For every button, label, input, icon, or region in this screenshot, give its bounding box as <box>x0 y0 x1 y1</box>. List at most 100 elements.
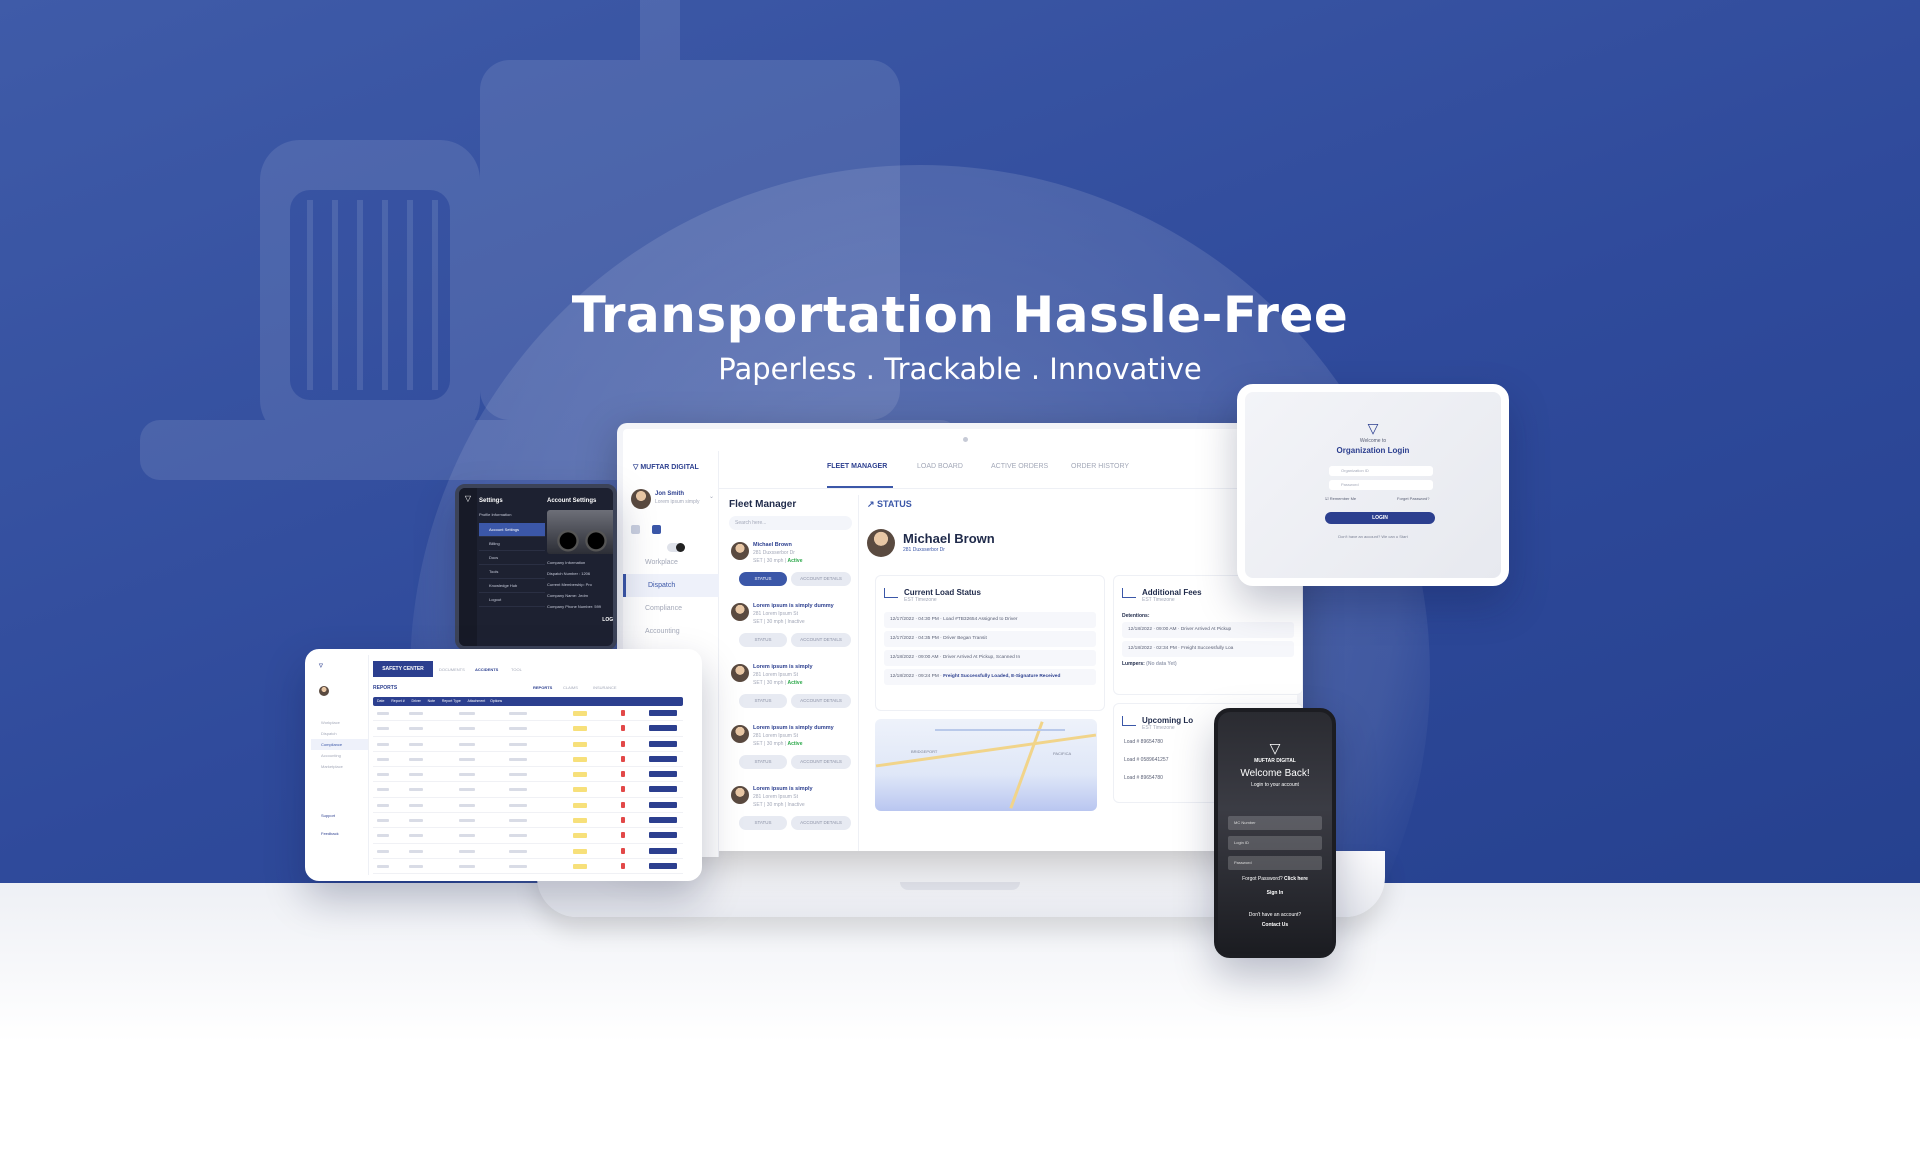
tab-fleet-manager[interactable]: FLEET MANAGER <box>827 463 887 470</box>
pdf-icon[interactable] <box>621 862 625 869</box>
table-row[interactable] <box>373 737 683 752</box>
table-row[interactable] <box>373 767 683 783</box>
pdf-icon[interactable] <box>621 817 625 824</box>
driver-card[interactable]: Lorem ipsum is simply 281 Lorem Ipsum St… <box>729 784 852 845</box>
organization-id-field[interactable]: Organization ID <box>1329 466 1433 476</box>
tab-accidents[interactable]: ACCIDENTS <box>475 667 498 672</box>
click-here-link[interactable]: Click here <box>1284 876 1308 882</box>
options-button[interactable] <box>649 755 677 762</box>
table-cell <box>409 727 423 731</box>
nav-item-accounting[interactable]: Accounting <box>623 620 719 643</box>
pdf-icon[interactable] <box>621 725 625 732</box>
subtab-reports[interactable]: REPORTS <box>533 685 552 690</box>
account-details-button[interactable]: ACCOUNT DETAILS <box>791 694 851 708</box>
options-button[interactable] <box>649 832 677 839</box>
account-details-button[interactable]: ACCOUNT DETAILS <box>791 572 851 586</box>
chat-icon[interactable] <box>652 525 662 535</box>
pdf-icon[interactable] <box>621 786 625 793</box>
status-heading: ↗ STATUS <box>867 499 912 509</box>
subtab-insurance[interactable]: INSURANCE <box>593 685 617 690</box>
options-button[interactable] <box>649 771 677 778</box>
login-button[interactable]: LOGIN <box>1325 512 1435 524</box>
pdf-icon[interactable] <box>621 755 625 762</box>
search-input[interactable]: Search here... <box>729 516 852 530</box>
options-button[interactable] <box>649 710 677 716</box>
user-profile[interactable]: Jon Smith Lorem ipsum simply ⌄ <box>631 487 714 511</box>
table-row[interactable] <box>373 782 683 798</box>
status-button[interactable]: STATUS <box>739 572 787 586</box>
table-row[interactable] <box>373 721 683 737</box>
status-button[interactable]: STATUS <box>739 633 787 647</box>
nav-item-compliance[interactable]: Compliance <box>623 597 719 620</box>
nav-item-dispatch[interactable]: Dispatch <box>623 574 719 597</box>
nav-item-compliance[interactable]: Compliance <box>311 739 368 750</box>
menu-item-knowledge-hub[interactable]: Knowledge Hub <box>479 579 545 593</box>
options-button[interactable] <box>649 786 677 793</box>
route-map[interactable]: BRIDGEPORT PACIFICA <box>875 719 1097 811</box>
driver-card[interactable]: Lorem ipsum is simply dummy 281 Lorem Ip… <box>729 723 852 784</box>
forgot-password-link[interactable]: Forget Password? <box>1397 496 1429 501</box>
options-button[interactable] <box>649 847 677 854</box>
chevron-down-icon[interactable]: ⌄ <box>709 493 714 500</box>
brand-logo[interactable]: ▽ MUFTAR DIGITAL <box>633 463 699 471</box>
nav-item-accounting[interactable]: Accounting <box>311 750 368 761</box>
account-details-button[interactable]: ACCOUNT DETAILS <box>791 816 851 830</box>
pdf-icon[interactable] <box>621 847 625 854</box>
options-button[interactable] <box>649 725 677 732</box>
contact-us-link[interactable]: Contact Us <box>1218 922 1332 928</box>
password-field[interactable]: Password <box>1329 480 1433 490</box>
menu-item-logout[interactable]: Logout <box>479 593 545 607</box>
table-row[interactable] <box>373 828 683 844</box>
pdf-icon[interactable] <box>621 710 625 716</box>
subtab-claims[interactable]: CLAIMS <box>563 685 578 690</box>
account-details-button[interactable]: ACCOUNT DETAILS <box>791 755 851 769</box>
table-row[interactable] <box>373 798 683 814</box>
menu-item-tools[interactable]: Tools <box>479 565 545 579</box>
table-row[interactable] <box>373 859 683 875</box>
menu-item-billing[interactable]: Billing <box>479 537 545 551</box>
options-button[interactable] <box>649 817 677 824</box>
driver-card[interactable]: Lorem ipsum is simply dummy 281 Lorem Ip… <box>729 601 852 662</box>
table-row[interactable] <box>373 752 683 768</box>
pdf-icon[interactable] <box>621 832 625 839</box>
bell-icon[interactable] <box>631 525 640 535</box>
tab-tool[interactable]: TOOL <box>511 667 522 672</box>
safety-center-badge[interactable]: SAFETY CENTER <box>373 661 433 677</box>
options-button[interactable] <box>649 801 677 808</box>
options-button[interactable] <box>649 740 677 747</box>
nav-item-marketplace[interactable]: Marketplace <box>311 761 368 772</box>
pdf-icon[interactable] <box>621 771 625 778</box>
status-button[interactable]: STATUS <box>739 816 787 830</box>
laptop-screen: ▽ MUFTAR DIGITAL Jon Smith Lorem ipsum s… <box>617 423 1303 857</box>
feedback-link[interactable]: Feedback <box>321 831 339 836</box>
table-row[interactable] <box>373 706 683 722</box>
account-details-button[interactable]: ACCOUNT DETAILS <box>791 633 851 647</box>
chart-icon <box>1122 716 1136 726</box>
options-button[interactable] <box>649 862 677 869</box>
tab-active-orders[interactable]: ACTIVE ORDERS <box>991 463 1048 470</box>
status-button[interactable]: STATUS <box>739 755 787 769</box>
sidebar-profile[interactable] <box>319 683 368 701</box>
tab-order-history[interactable]: ORDER HISTORY <box>1071 463 1129 470</box>
pdf-icon[interactable] <box>621 801 625 808</box>
nav-item-dispatch[interactable]: Dispatch <box>311 728 368 739</box>
menu-item-docs[interactable]: Docs <box>479 551 545 565</box>
hero-subtitle: Paperless . Trackable . Innovative <box>718 352 1202 386</box>
support-link[interactable]: Support <box>321 813 335 818</box>
mc-number-field[interactable]: MC Number <box>1228 816 1322 830</box>
password-field[interactable]: Password <box>1228 856 1322 870</box>
remember-me-checkbox[interactable]: ☑ Remember Me <box>1325 496 1356 501</box>
nav-item-workplace[interactable]: Workplace <box>311 717 368 728</box>
sign-in-button[interactable]: Sign In <box>1218 890 1332 896</box>
driver-card[interactable]: Michael Brown 281 Duxsserbor Dr SET | 30… <box>729 540 852 601</box>
driver-card[interactable]: Lorem ipsum is simply 281 Lorem Ipsum St… <box>729 662 852 723</box>
table-row[interactable] <box>373 844 683 859</box>
login-id-field[interactable]: Login ID <box>1228 836 1322 850</box>
table-row[interactable] <box>373 813 683 829</box>
nav-item-workplace[interactable]: Workplace <box>623 551 719 574</box>
tab-documents[interactable]: DOCUMENTS <box>439 667 465 672</box>
pdf-icon[interactable] <box>621 740 625 747</box>
menu-item-account-settings[interactable]: Account Settings <box>479 523 545 537</box>
status-button[interactable]: STATUS <box>739 694 787 708</box>
tab-load-board[interactable]: LOAD BOARD <box>917 463 963 470</box>
